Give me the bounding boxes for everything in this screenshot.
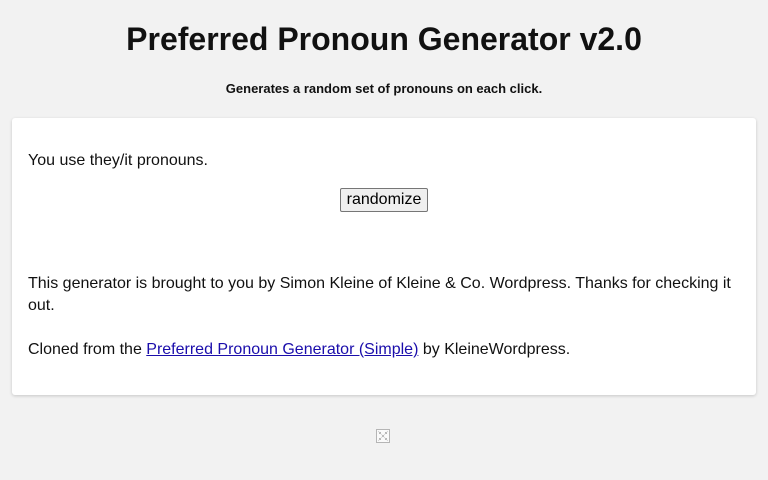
cloned-prefix: Cloned from the [28, 341, 147, 358]
credit-text: This generator is brought to you by Simo… [28, 275, 731, 314]
generator-card: You use they/it pronouns. randomize This… [12, 118, 756, 395]
cloned-from-text: Cloned from the Preferred Pronoun Genera… [28, 340, 740, 360]
pronoun-result: You use they/it pronouns. [28, 152, 208, 169]
randomize-button[interactable]: randomize [339, 188, 429, 212]
page-subtitle: Generates a random set of pronouns on ea… [225, 81, 543, 96]
dice-icon[interactable] [376, 429, 390, 443]
page-title: Preferred Pronoun Generator v2.0 [126, 21, 642, 57]
cloned-suffix: by KleineWordpress. [418, 341, 571, 358]
page: Preferred Pronoun Generator v2.0 Generat… [0, 0, 768, 480]
randomize-button-wrap: randomize [12, 188, 756, 212]
original-generator-link[interactable]: Preferred Pronoun Generator (Simple) [146, 341, 418, 358]
